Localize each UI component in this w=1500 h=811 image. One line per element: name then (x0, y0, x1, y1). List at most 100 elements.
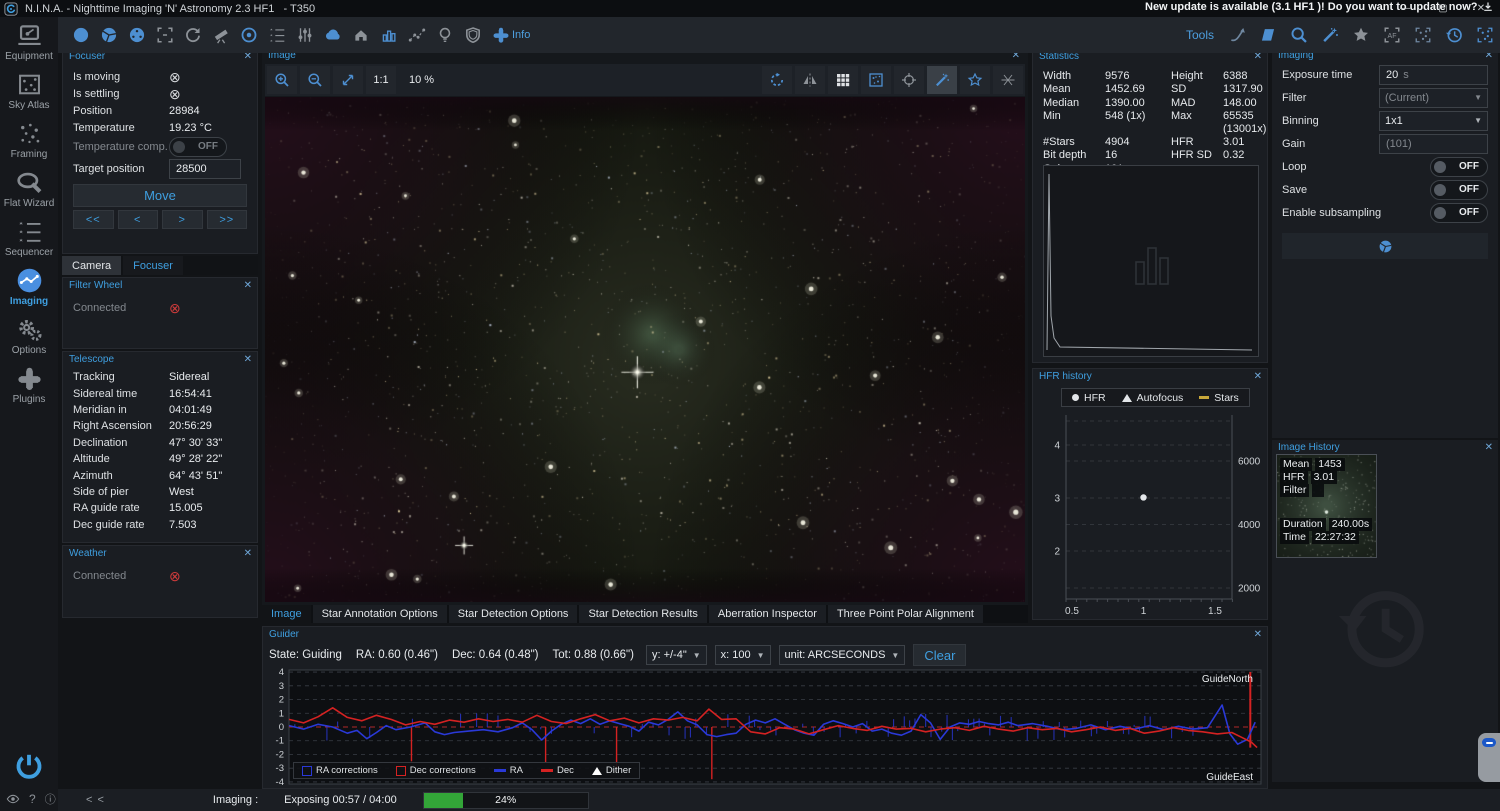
close-icon[interactable]: ✕ (244, 280, 252, 291)
help-icon[interactable]: ? (29, 792, 36, 806)
sidebar-item-sequencer[interactable]: Sequencer (0, 213, 58, 262)
flat-panel-icon[interactable] (1259, 26, 1277, 44)
history-thumbnail[interactable]: Mean1453 HFR3.01 Filter Duration240.00s … (1276, 454, 1377, 558)
start-capture-button[interactable] (1282, 233, 1488, 259)
exposure-input[interactable]: 20s (1379, 65, 1488, 85)
weather-icon[interactable] (324, 26, 342, 44)
focus-targets-icon[interactable] (1414, 26, 1432, 44)
focuser-icon[interactable] (156, 26, 174, 44)
sidebar-item-imaging[interactable]: Imaging (0, 262, 58, 311)
about-info-icon[interactable]: ⓘ (45, 791, 56, 807)
flat-device-icon[interactable] (380, 26, 398, 44)
close-icon[interactable]: ✕ (244, 354, 252, 365)
image-history-icon[interactable] (1445, 26, 1463, 44)
tab-image[interactable]: Image (262, 605, 311, 623)
one-to-one-button[interactable]: 1:1 (366, 66, 396, 94)
tab-star-detection-options[interactable]: Star Detection Options (449, 605, 578, 623)
legend-ra-corrections[interactable]: RA corrections (302, 765, 378, 776)
save-toggle[interactable]: OFF (1430, 180, 1488, 200)
rotator-icon[interactable] (184, 26, 202, 44)
zoom-in-icon[interactable] (267, 66, 297, 94)
guider-icon[interactable] (240, 26, 258, 44)
close-icon[interactable]: ✕ (1254, 629, 1262, 640)
eye-icon[interactable] (6, 792, 20, 806)
y-scale-dropdown[interactable]: y: +/-4"▼ (646, 645, 707, 665)
focuser-step-button-3[interactable]: >> (207, 210, 248, 229)
gain-input[interactable]: (101) (1379, 134, 1488, 154)
tab-focuser[interactable]: Focuser (123, 256, 183, 275)
unit-dropdown[interactable]: unit: ARCSECONDS▼ (779, 645, 906, 665)
autofocus-icon[interactable]: AF (1383, 26, 1401, 44)
switches-icon[interactable] (296, 26, 314, 44)
collapse-button[interactable]: < < (86, 794, 105, 806)
sidebar-item-equipment[interactable]: Equipment (0, 17, 58, 66)
star-box-icon[interactable] (1476, 26, 1494, 44)
diffraction-spikes-icon[interactable] (993, 66, 1023, 94)
close-icon[interactable]: ✕ (1254, 371, 1262, 382)
tab-star-detection-results[interactable]: Star Detection Results (579, 605, 706, 623)
loop-toggle[interactable]: OFF (1430, 157, 1488, 177)
fit-screen-icon[interactable] (333, 66, 363, 94)
binning-dropdown[interactable]: 1x1▼ (1379, 111, 1488, 131)
sidebar-item-options[interactable]: Options (0, 311, 58, 360)
legend-hfr[interactable]: HFR (1072, 392, 1106, 404)
info-plugin-icon[interactable] (492, 26, 510, 44)
sky-wand-icon[interactable] (1321, 26, 1339, 44)
telescope-icon[interactable] (212, 26, 230, 44)
camera-icon[interactable] (72, 26, 90, 44)
tab-three-point-polar-alignment[interactable]: Three Point Polar Alignment (828, 605, 983, 623)
tab-aberration-inspector[interactable]: Aberration Inspector (709, 605, 826, 623)
favorites-star-icon[interactable] (1352, 26, 1370, 44)
power-button[interactable] (0, 752, 58, 780)
legend-autofocus[interactable]: Autofocus (1122, 392, 1184, 404)
close-icon[interactable]: ✕ (1485, 442, 1493, 453)
sidebar-item-plugins[interactable]: Plugins (0, 360, 58, 409)
subsampling-toggle[interactable]: OFF (1430, 203, 1488, 223)
minimize-button[interactable]: — (1386, 0, 1424, 17)
temp-comp-toggle[interactable]: OFF (169, 137, 227, 157)
legend-stars[interactable]: Stars (1199, 392, 1239, 404)
slew-icon[interactable] (1228, 26, 1246, 44)
crosshair-icon[interactable] (894, 66, 924, 94)
x-scale-dropdown[interactable]: x: 100▼ (715, 645, 771, 665)
legend-dec[interactable]: Dec (541, 765, 574, 776)
focuser-step-button-0[interactable]: << (73, 210, 114, 229)
pixel-grid-icon[interactable] (828, 66, 858, 94)
filter-wheel-icon[interactable] (100, 26, 118, 44)
target-position-input[interactable]: 28500 (169, 159, 241, 179)
close-button[interactable]: ✕ (1462, 0, 1500, 17)
sequence-list-icon[interactable] (268, 26, 286, 44)
light-icon[interactable] (436, 26, 454, 44)
move-button[interactable]: Move (73, 184, 247, 207)
filter-positions-icon[interactable] (128, 26, 146, 44)
legend-ra[interactable]: RA (494, 765, 523, 776)
star-field-image[interactable] (265, 97, 1025, 602)
sidebar-item-sky-atlas[interactable]: Sky Atlas (0, 66, 58, 115)
clear-button[interactable]: Clear (913, 644, 966, 666)
focuser-step-button-1[interactable]: < (118, 210, 159, 229)
sidebar-item-flat-wizard[interactable]: Flat Wizard (0, 164, 58, 213)
remote-access-badge[interactable] (1478, 733, 1500, 782)
tools-label[interactable]: Tools (1186, 28, 1214, 42)
shield-icon[interactable] (464, 26, 482, 44)
zoom-out-icon[interactable] (300, 66, 330, 94)
close-icon[interactable]: ✕ (244, 548, 252, 559)
legend-dec-corrections[interactable]: Dec corrections (396, 765, 476, 776)
focuser-step-button-2[interactable]: > (162, 210, 203, 229)
dome-icon[interactable] (352, 26, 370, 44)
info-label[interactable]: Info (512, 29, 530, 41)
plate-solve-overlay-icon[interactable] (861, 66, 891, 94)
rotate-image-icon[interactable] (762, 66, 792, 94)
tab-camera[interactable]: Camera (62, 256, 121, 275)
sidebar-item-framing[interactable]: Framing (0, 115, 58, 164)
legend-dither[interactable]: Dither (592, 765, 631, 776)
star-detection-icon[interactable] (960, 66, 990, 94)
telescope-title: Telescope (69, 354, 114, 365)
auto-stretch-icon[interactable] (927, 66, 957, 94)
flip-image-icon[interactable] (795, 66, 825, 94)
filter-dropdown[interactable]: (Current)▼ (1379, 88, 1488, 108)
safety-monitor-icon[interactable] (408, 26, 426, 44)
maximize-button[interactable]: ▢ (1424, 0, 1462, 17)
plate-solve-icon[interactable] (1290, 26, 1308, 44)
tab-star-annotation-options[interactable]: Star Annotation Options (313, 605, 447, 623)
